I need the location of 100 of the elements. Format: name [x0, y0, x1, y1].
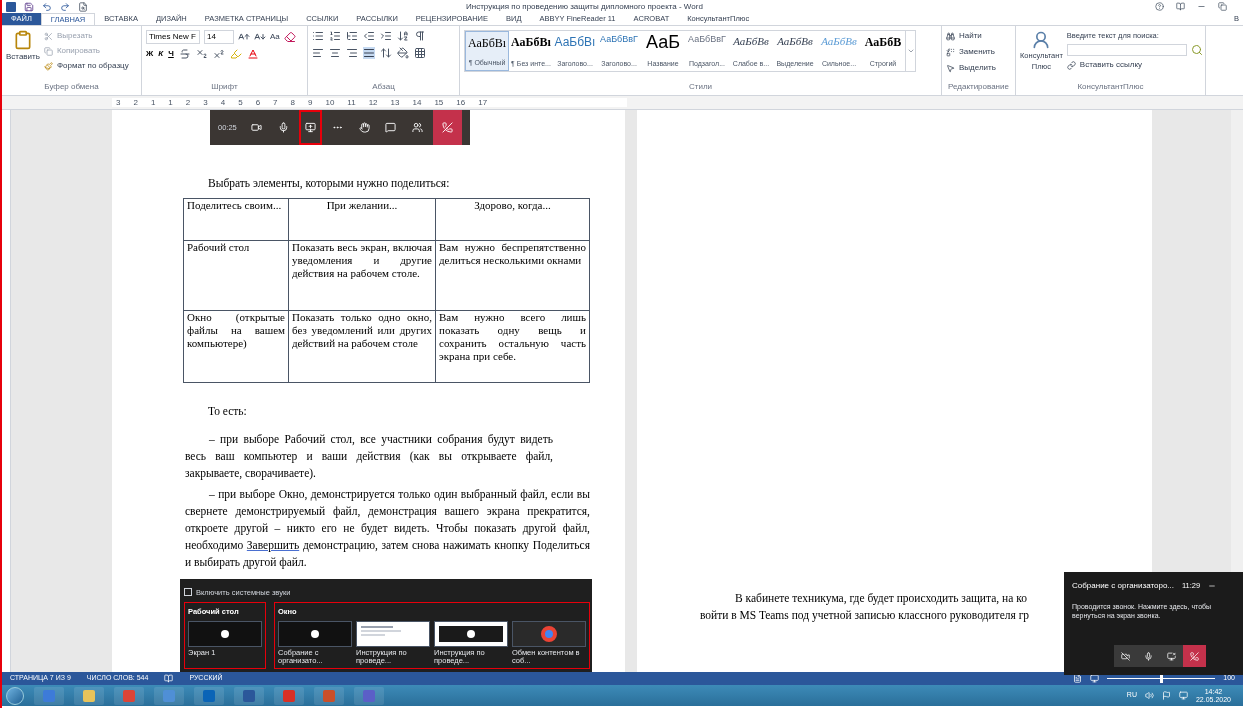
print-layout-icon[interactable]: [1090, 674, 1100, 683]
share-screen-icon: [304, 122, 316, 133]
shading-icon[interactable]: [397, 47, 409, 59]
window-thumbnail[interactable]: [356, 621, 430, 647]
bullets-icon[interactable]: [312, 30, 324, 42]
ruler-number: 17: [478, 98, 488, 107]
link[interactable]: Завершить: [246, 538, 300, 551]
paragraph: – при выборе Рабочий стол, все участники собрания будут видеть весь ваш компьютер и ваши действия (как вы открываете файл, закрываете, сворачиваете).: [185, 431, 553, 482]
scissors-icon: [43, 31, 53, 41]
table-header: При желании...: [288, 198, 436, 241]
change-case-button[interactable]: Aa: [270, 31, 280, 43]
align-center-icon[interactable]: [329, 47, 341, 59]
word-logo-icon: [6, 1, 16, 12]
subscript-icon[interactable]: [195, 48, 208, 60]
increase-indent-icon[interactable]: [380, 30, 392, 42]
popup-title: Собрание с организаторо...: [1072, 580, 1174, 592]
shrink-font-icon[interactable]: [254, 31, 266, 43]
paintbrush-icon: [43, 61, 53, 71]
start-button[interactable]: [6, 686, 24, 705]
camera-off-button[interactable]: [1114, 645, 1137, 667]
line-spacing-icon[interactable]: [380, 47, 392, 59]
print-preview-icon[interactable]: [78, 1, 88, 12]
font-color-icon[interactable]: [246, 48, 259, 60]
replace-icon: [946, 47, 955, 57]
help-icon[interactable]: [1155, 2, 1164, 11]
align-right-icon[interactable]: [346, 47, 358, 59]
group-label: Редактирование: [947, 81, 1010, 93]
ruler-number: 7: [273, 98, 278, 107]
ring-logo-icon: [541, 626, 557, 642]
ruler-number: 11: [347, 98, 356, 107]
restore-icon[interactable]: [1218, 2, 1227, 11]
proofing-icon[interactable]: [164, 674, 174, 683]
table-header: Здорово, когда...: [435, 198, 590, 241]
ruler-number: 12: [368, 98, 378, 107]
superscript-icon[interactable]: [212, 48, 225, 60]
hang-up-button[interactable]: [1183, 645, 1206, 667]
italic-button[interactable]: К: [158, 48, 164, 60]
paste-button[interactable]: Вставить: [6, 30, 40, 81]
hang-up-icon: [1190, 651, 1199, 661]
group-label: КонсультантПлюс: [1076, 81, 1145, 93]
redo-icon[interactable]: [60, 1, 70, 12]
find-button[interactable]: Найти: [946, 30, 996, 42]
multilevel-list-icon[interactable]: [346, 30, 358, 42]
undo-icon[interactable]: [42, 1, 52, 12]
volume-icon[interactable]: [1144, 691, 1154, 700]
window-thumbnail[interactable]: [434, 621, 508, 647]
search-field[interactable]: [1066, 44, 1187, 57]
table-cell: Вам нужно всего лишь показать одну вещь и сохранить остальную часть экрана при себе.: [435, 310, 590, 383]
chevron-down-icon: [906, 47, 915, 55]
window-thumbnail[interactable]: [278, 621, 352, 647]
pilcrow-icon[interactable]: [414, 30, 426, 42]
group-label: Абзац: [371, 81, 396, 93]
window-title: Инструкция по проведению защиты дипломного проекта - Word: [466, 0, 703, 13]
strikethrough-icon[interactable]: [178, 48, 191, 60]
stop-sharing-icon: [1167, 651, 1176, 661]
underline-button[interactable]: Ч: [168, 48, 174, 60]
table-cell: Вам нужно беспрепятственно делиться несколькими окнами: [435, 240, 590, 311]
copy-icon: [43, 46, 53, 56]
paragraph: – при выборе Окно, демонстрируется только один выбранный файл, если вы свернете демонстрируемый файл, демонстрация вашего экрана прекратится, откроете другой – никто его не будет видеть. Чтобы показать другой файл, необходимо Завершить демонстрацию, затем снова нажимать кнопку Поделиться и выбирать другой файл.: [185, 486, 590, 571]
stop-sharing-button[interactable]: [1160, 645, 1183, 667]
ruler-number: 2: [185, 98, 191, 107]
group-label: Шрифт: [210, 81, 239, 93]
group-label: Буфер обмена: [43, 81, 100, 93]
taskbar-app-icon[interactable]: [74, 686, 104, 705]
ruler-number: 1: [168, 98, 173, 107]
justify-icon[interactable]: [363, 47, 375, 59]
table-cell: Показать весь экран, включая уведомления и другие действия на рабочем столе.: [288, 240, 436, 311]
minimize-icon[interactable]: [1208, 582, 1217, 590]
format-painter-button[interactable]: Формат по образцу: [43, 60, 129, 72]
window-thumbnail[interactable]: [188, 621, 262, 647]
ribbon-display-icon[interactable]: [1176, 2, 1185, 11]
table-cell: Окно (открытые файлы на вашем компьютере): [183, 310, 289, 383]
font-name-field[interactable]: Times New F: [146, 30, 200, 44]
decrease-indent-icon[interactable]: [363, 30, 375, 42]
numbering-icon[interactable]: [329, 30, 341, 42]
cursor-icon: [946, 63, 955, 73]
action-center-icon[interactable]: [1161, 691, 1171, 700]
window-thumbnail[interactable]: [512, 621, 586, 647]
call-control-button[interactable]: [298, 110, 322, 145]
font-size-field[interactable]: 14: [204, 30, 234, 44]
select-button[interactable]: Выделить: [946, 62, 996, 74]
checkbox[interactable]: [184, 588, 192, 597]
sort-icon[interactable]: [397, 30, 409, 42]
borders-icon[interactable]: [414, 47, 426, 59]
ruler-number: 14: [412, 98, 422, 107]
ruler-number: 1: [150, 98, 156, 107]
replace-button[interactable]: Заменить: [946, 46, 996, 58]
save-icon[interactable]: [24, 1, 34, 12]
read-mode-icon[interactable]: [1073, 674, 1083, 683]
bold-button[interactable]: Ж: [146, 48, 154, 60]
clear-formatting-icon[interactable]: [283, 31, 296, 43]
network-icon[interactable]: [1178, 691, 1188, 700]
grow-font-icon[interactable]: [238, 31, 250, 43]
document-text: войти в MS Teams под учетной записью классного руководителя гр: [700, 608, 1030, 624]
chat-icon: [385, 122, 397, 133]
ruler-number: 10: [325, 98, 335, 107]
people-icon: [412, 122, 424, 133]
align-left-icon[interactable]: [312, 47, 324, 59]
insert-link-button[interactable]: Вставить ссылку: [1066, 59, 1203, 72]
ruler-number: 15: [434, 98, 444, 107]
